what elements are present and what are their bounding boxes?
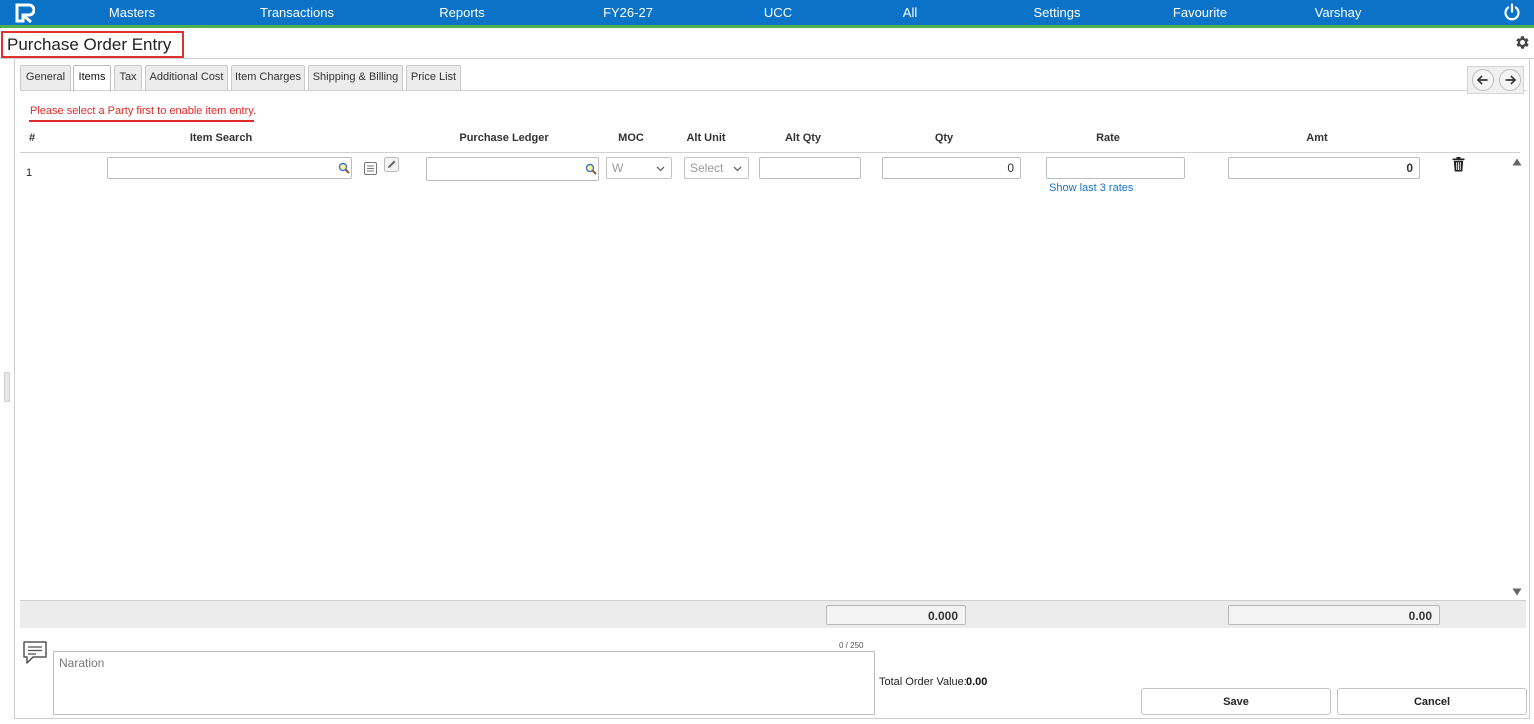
- nav-masters[interactable]: Masters: [109, 5, 155, 20]
- col-header-amt: Amt: [1306, 132, 1328, 144]
- trash-icon[interactable]: [1452, 157, 1465, 172]
- comment-icon: [23, 641, 47, 664]
- nav-ucc[interactable]: UCC: [764, 5, 792, 20]
- col-header-purchase-ledger: Purchase Ledger: [459, 132, 549, 144]
- col-header-rate: Rate: [1096, 132, 1120, 144]
- tab-item-charges[interactable]: Item Charges: [231, 65, 305, 90]
- scroll-up-icon[interactable]: [1512, 158, 1522, 166]
- item-search-input[interactable]: [107, 157, 352, 179]
- total-amt-field: 0.00: [1228, 605, 1440, 625]
- header-row-divider: [20, 152, 1520, 153]
- alt-qty-input[interactable]: [759, 157, 861, 179]
- total-qty-field: 0.000: [826, 605, 966, 625]
- sidebar-collapse-handle[interactable]: [4, 372, 10, 402]
- nav-settings[interactable]: Settings: [1034, 5, 1081, 20]
- tab-divider: [20, 90, 1526, 91]
- edit-icon[interactable]: [384, 157, 399, 172]
- party-warning-message: Please select a Party first to enable it…: [30, 105, 257, 117]
- nav-all[interactable]: All: [903, 5, 917, 20]
- total-order-value: 0.00: [966, 676, 988, 688]
- nav-financial-year[interactable]: FY26-27: [603, 5, 653, 20]
- nav-reports[interactable]: Reports: [439, 5, 485, 20]
- moc-select[interactable]: W: [606, 157, 672, 179]
- search-icon[interactable]: [338, 162, 350, 174]
- top-nav-bar: Masters Transactions Reports FY26-27 UCC…: [0, 0, 1534, 28]
- col-header-item-search: Item Search: [189, 132, 253, 144]
- narration-textarea[interactable]: [53, 651, 875, 715]
- ledger-search-icon[interactable]: [585, 163, 597, 175]
- chevron-down-icon: [733, 166, 742, 172]
- show-last-rates-link[interactable]: Show last 3 rates: [1049, 182, 1133, 194]
- nav-favourite[interactable]: Favourite: [1173, 5, 1227, 20]
- scroll-down-icon[interactable]: [1512, 588, 1522, 596]
- amt-input[interactable]: [1228, 157, 1420, 179]
- col-header-qty: Qty: [934, 132, 954, 144]
- narration-char-counter: 0 / 250: [839, 641, 864, 650]
- col-header-alt-qty: Alt Qty: [784, 132, 822, 144]
- arrow-right-icon[interactable]: [1499, 69, 1521, 91]
- nav-user[interactable]: Varshay: [1315, 5, 1362, 20]
- tab-additional-cost[interactable]: Additional Cost: [145, 65, 228, 90]
- cancel-button[interactable]: Cancel: [1337, 688, 1527, 715]
- total-order-value-label: Total Order Value:: [879, 676, 967, 688]
- alt-unit-select[interactable]: Select: [684, 157, 749, 179]
- alt-unit-select-value: Select: [690, 161, 724, 175]
- tab-tax[interactable]: Tax: [114, 65, 142, 90]
- col-header-alt-unit: Alt Unit: [686, 132, 726, 144]
- tab-general[interactable]: General: [20, 65, 71, 90]
- tab-shipping-billing[interactable]: Shipping & Billing: [308, 65, 403, 90]
- col-header-number: #: [28, 132, 36, 144]
- save-button[interactable]: Save: [1141, 688, 1331, 715]
- arrow-left-icon[interactable]: [1472, 69, 1494, 91]
- page-title: Purchase Order Entry: [7, 35, 172, 54]
- nav-transactions[interactable]: Transactions: [260, 5, 334, 20]
- qty-input[interactable]: [882, 157, 1021, 179]
- row-number: 1: [26, 167, 33, 179]
- page-title-box: Purchase Order Entry: [1, 31, 184, 58]
- gear-icon[interactable]: [1514, 34, 1531, 51]
- tab-price-list[interactable]: Price List: [406, 65, 461, 90]
- list-icon[interactable]: [363, 161, 378, 176]
- rate-input[interactable]: [1046, 157, 1185, 179]
- app-logo-icon[interactable]: [15, 3, 35, 23]
- chevron-down-icon: [656, 166, 665, 172]
- purchase-ledger-input[interactable]: [426, 157, 599, 181]
- col-header-moc: MOC: [618, 132, 644, 144]
- moc-select-value: W: [612, 161, 624, 175]
- warning-underline: [29, 120, 254, 122]
- power-icon[interactable]: [1503, 3, 1521, 21]
- tab-items[interactable]: Items: [73, 65, 111, 92]
